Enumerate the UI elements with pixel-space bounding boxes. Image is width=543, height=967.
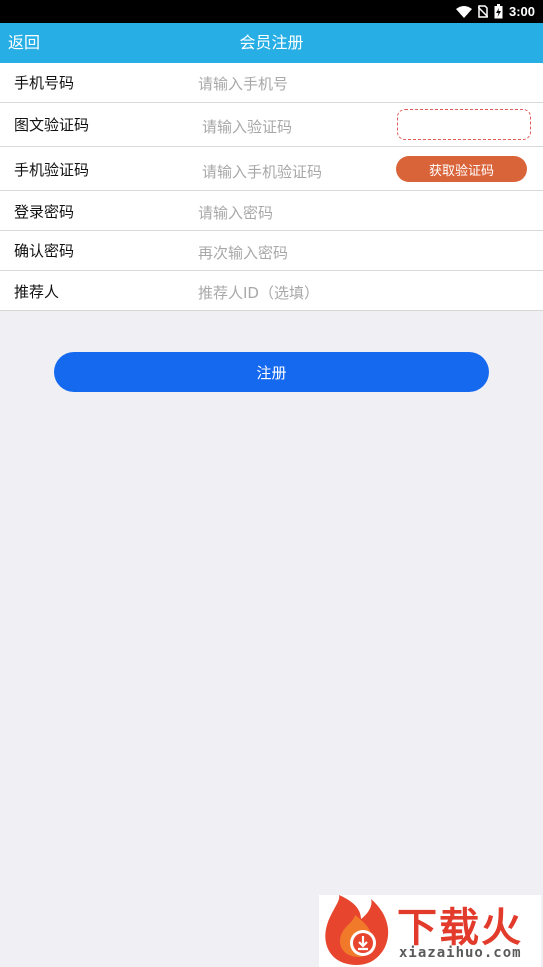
sms-code-label: 手机验证码 [14,161,90,179]
back-button[interactable]: 返回 [8,23,40,63]
register-button[interactable]: 注册 [54,352,489,392]
get-code-button[interactable]: 获取验证码 [396,156,527,182]
password-label: 登录密码 [14,203,75,221]
phone-input[interactable] [198,72,378,96]
status-time: 3:00 [508,4,535,19]
page-title: 会员注册 [239,33,304,52]
status-icons: 3:00 [455,0,535,23]
watermark-url: xiazaihuo.com [399,945,522,961]
confirm-password-row: 确认密码 [0,231,543,271]
referrer-label: 推荐人 [14,283,60,301]
phone-label: 手机号码 [14,74,75,92]
image-captcha-label: 图文验证码 [14,116,90,134]
captcha-image[interactable] [397,109,531,140]
sms-code-input[interactable] [202,160,382,184]
flame-logo-icon [325,895,389,965]
status-bar: 3:00 [0,0,543,23]
image-captcha-input[interactable] [202,115,382,139]
wifi-icon [455,5,472,18]
confirm-password-label: 确认密码 [14,242,75,260]
referrer-input[interactable] [198,281,378,305]
registration-form: 手机号码 图文验证码 手机验证码 获取验证码 登录密码 确认密码 推荐人 [0,63,543,311]
watermark: 下载火 xiazaihuo.com [319,895,541,967]
confirm-password-input[interactable] [198,241,378,265]
no-sim-icon [477,5,488,18]
referrer-row: 推荐人 [0,271,543,310]
phone-row: 手机号码 [0,63,543,103]
title-bar: 返回 会员注册 [0,23,543,63]
password-row: 登录密码 [0,191,543,231]
password-input[interactable] [198,201,378,225]
battery-icon [494,4,503,19]
